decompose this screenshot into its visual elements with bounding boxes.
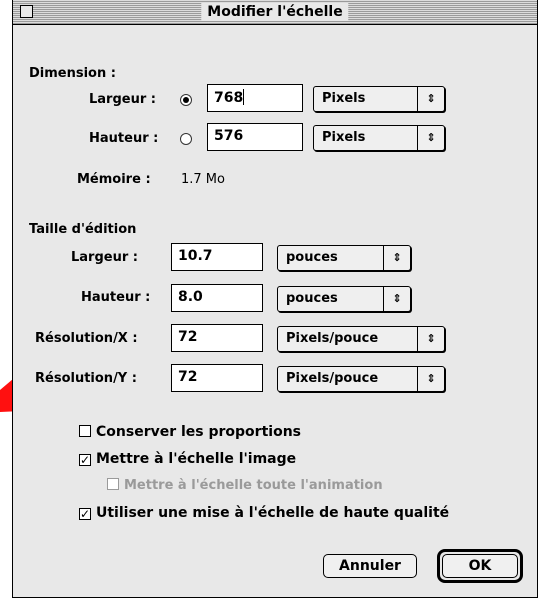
popup-arrows-icon: ⇕: [417, 327, 444, 351]
checkbox-checked-box: ✓: [79, 507, 91, 521]
dimension-height-label: Hauteur :: [89, 131, 159, 146]
close-box[interactable]: [20, 5, 33, 18]
print-height-unit-popup[interactable]: pouces ⇕: [277, 286, 411, 312]
resolution-x-unit-label: Pixels/pouce: [286, 331, 379, 346]
pixel-height-unit-label: Pixels: [322, 130, 366, 145]
pixel-width-field[interactable]: 768: [207, 84, 303, 112]
cancel-button[interactable]: Annuler: [323, 554, 417, 578]
scale-animation-label: Mettre à l'échelle toute l'animation: [124, 478, 383, 493]
print-height-value: 8.0: [178, 289, 203, 305]
resolution-x-field[interactable]: 72: [171, 324, 263, 352]
memory-value: 1.7 Mo: [181, 172, 225, 187]
print-height-unit-label: pouces: [286, 291, 338, 306]
pixel-width-value: 768: [214, 90, 244, 106]
window-title: Modifier l'échelle: [201, 3, 349, 21]
checkbox-checked-box: ✓: [79, 453, 91, 467]
text-caret: [243, 89, 245, 105]
ok-button[interactable]: OK: [442, 554, 518, 578]
high-quality-checkbox[interactable]: ✓ Utiliser une mise à l'échelle de haute …: [79, 505, 449, 521]
keep-proportions-checkbox[interactable]: Conserver les proportions: [79, 424, 301, 440]
popup-arrows-icon: ⇕: [383, 246, 410, 270]
dimension-heading: Dimension :: [29, 66, 116, 81]
popup-arrows-icon: ⇕: [417, 367, 444, 391]
print-width-value: 10.7: [178, 248, 213, 264]
resolution-y-value: 72: [178, 369, 198, 385]
print-height-label: Hauteur :: [81, 290, 151, 305]
pixel-width-unit-popup[interactable]: Pixels ⇕: [313, 86, 445, 112]
print-width-label: Largeur :: [71, 250, 138, 265]
print-width-unit-label: pouces: [286, 250, 338, 265]
print-size-heading: Taille d'édition: [29, 222, 137, 237]
pixel-height-field[interactable]: 576: [207, 123, 303, 151]
height-radio[interactable]: [180, 133, 192, 145]
pixel-height-unit-popup[interactable]: Pixels ⇕: [313, 125, 445, 151]
pixel-width-unit-label: Pixels: [322, 91, 366, 106]
resolution-y-unit-popup[interactable]: Pixels/pouce ⇕: [277, 366, 445, 392]
resolution-y-unit-label: Pixels/pouce: [286, 371, 379, 386]
dialog-window: Modifier l'échelle Dimension : Largeur :…: [12, 0, 538, 598]
popup-arrows-icon: ⇕: [417, 87, 444, 111]
high-quality-label: Utiliser une mise à l'échelle de haute q…: [96, 505, 450, 521]
resolution-y-label: Résolution/Y :: [35, 371, 137, 386]
scale-animation-checkbox: Mettre à l'échelle toute l'animation: [107, 478, 383, 493]
resolution-x-label: Résolution/X :: [35, 331, 138, 346]
title-bar[interactable]: Modifier l'échelle: [13, 0, 537, 25]
print-width-field[interactable]: 10.7: [171, 243, 263, 271]
scale-image-label: Mettre à l'échelle l'image: [96, 451, 297, 467]
print-height-field[interactable]: 8.0: [171, 284, 263, 312]
width-radio[interactable]: [180, 94, 192, 106]
popup-arrows-icon: ⇕: [417, 126, 444, 150]
resolution-x-unit-popup[interactable]: Pixels/pouce ⇕: [277, 326, 445, 352]
popup-arrows-icon: ⇕: [383, 287, 410, 311]
scale-image-checkbox[interactable]: ✓ Mettre à l'échelle l'image: [79, 451, 296, 467]
dimension-width-label: Largeur :: [89, 92, 156, 107]
print-width-unit-popup[interactable]: pouces ⇕: [277, 245, 411, 271]
checkbox-box: [79, 425, 91, 437]
memory-label: Mémoire :: [77, 172, 151, 187]
checkbox-box: [107, 478, 119, 490]
pixel-height-value: 576: [214, 128, 244, 144]
resolution-y-field[interactable]: 72: [171, 364, 263, 392]
resolution-x-value: 72: [178, 329, 198, 345]
keep-proportions-label: Conserver les proportions: [96, 424, 301, 440]
